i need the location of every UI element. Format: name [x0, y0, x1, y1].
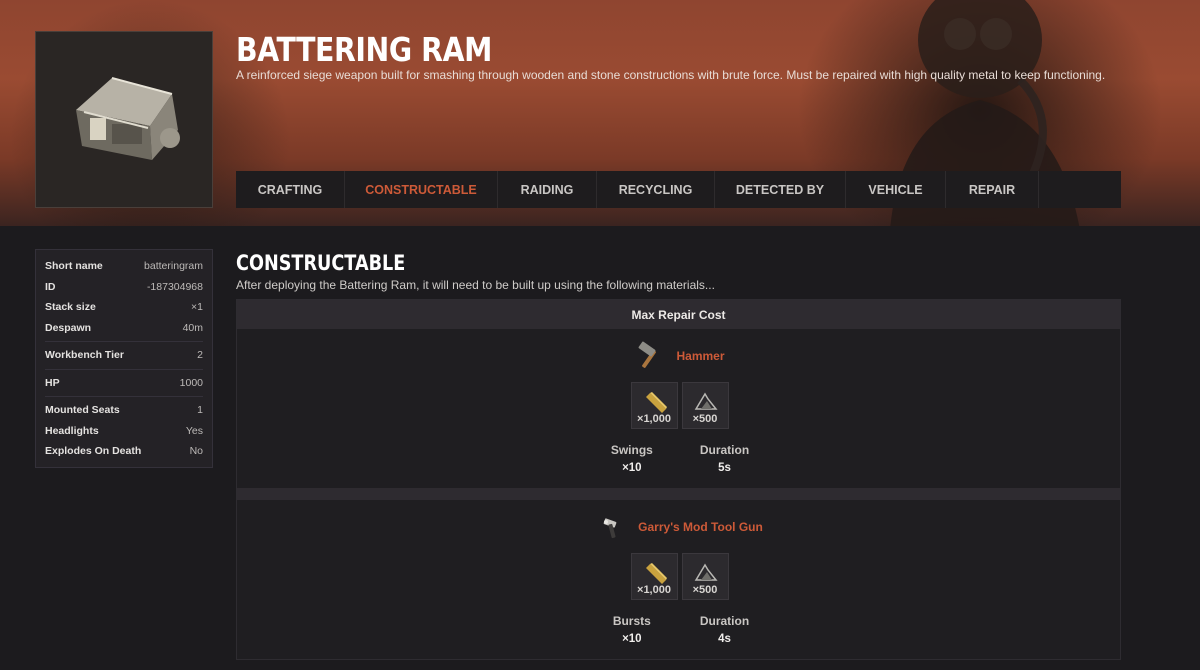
repair-cost-panel: Max Repair Cost Hammer ×1,000 ×500 Swing…: [236, 299, 1121, 660]
stat-key: Workbench Tier: [45, 349, 124, 362]
tool-block-hammer: Hammer ×1,000 ×500 Swings ×10 Duration 5…: [237, 329, 1120, 488]
tab-recycling[interactable]: RECYCLING: [597, 171, 715, 208]
metal-fragments-icon: [694, 563, 718, 581]
cost-item-wood[interactable]: ×1,000: [630, 553, 678, 600]
stat-row: Short name batteringram: [45, 256, 203, 277]
metric-value: ×10: [622, 462, 642, 474]
stat-row: Despawn 40m: [45, 318, 203, 339]
stat-value: 1000: [179, 376, 203, 389]
wood-icon: [645, 392, 667, 413]
tool-gun-icon: [596, 512, 626, 542]
metric-value: 4s: [718, 633, 731, 645]
stat-row: HP 1000: [45, 373, 203, 394]
stat-key: Despawn: [45, 321, 92, 334]
stat-key: ID: [45, 280, 56, 293]
stat-row: Mounted Seats 1: [45, 400, 203, 421]
metric-label: Bursts: [612, 614, 651, 628]
stat-value: Yes: [185, 424, 203, 437]
tool-link-tool-gun[interactable]: Garry's Mod Tool Gun: [638, 520, 763, 534]
metric-label: Swings: [610, 443, 653, 457]
metal-fragments-icon: [694, 392, 718, 410]
stat-row: Explodes On Death No: [45, 441, 203, 462]
stat-value: 40m: [182, 321, 203, 334]
metric-swings: Swings ×10: [610, 443, 654, 474]
tool-name-row: Hammer: [237, 341, 1122, 371]
stat-divider: [45, 368, 203, 370]
stat-value: ×1: [191, 301, 203, 314]
stat-row: Workbench Tier 2: [45, 345, 203, 366]
tab-crafting[interactable]: CRAFTING: [236, 171, 345, 208]
battering-ram-icon: [76, 76, 180, 160]
stat-value: batteringram: [144, 260, 203, 273]
stat-key: Stack size: [45, 301, 96, 314]
metric-value: ×10: [622, 633, 642, 645]
metric-list: Bursts ×10 Duration 4s: [237, 614, 1122, 645]
tab-repair[interactable]: REPAIR: [946, 171, 1039, 208]
cost-amount: ×1,000: [637, 413, 671, 425]
cost-item-metal-fragments[interactable]: ×500: [681, 553, 729, 600]
tool-divider: [237, 488, 1120, 500]
stat-key: Explodes On Death: [45, 445, 142, 458]
stat-key: Short name: [45, 260, 103, 273]
stat-divider: [45, 396, 203, 397]
tool-block-tool-gun: Garry's Mod Tool Gun ×1,000 ×500 Bursts: [237, 500, 1120, 659]
item-image-frame: [35, 31, 213, 208]
metric-list: Swings ×10 Duration 5s: [237, 443, 1122, 474]
tool-link-hammer[interactable]: Hammer: [676, 349, 724, 363]
tab-detected-by[interactable]: DETECTED BY: [715, 171, 846, 208]
metric-bursts: Bursts ×10: [610, 614, 654, 645]
stat-key: HP: [45, 376, 60, 389]
tab-constructable[interactable]: CONSTRUCTABLE: [345, 171, 498, 208]
tab-vehicle[interactable]: VEHICLE: [846, 171, 946, 208]
panel-header: Max Repair Cost: [237, 300, 1120, 329]
cost-list: ×1,000 ×500: [237, 382, 1122, 429]
item-description: A reinforced siege weapon built for smas…: [236, 68, 1106, 82]
cost-amount: ×500: [692, 584, 718, 596]
cost-item-metal-fragments[interactable]: ×500: [681, 382, 729, 429]
stat-row: Stack size ×1: [45, 297, 203, 318]
metric-duration: Duration 5s: [700, 443, 749, 474]
stat-key: Mounted Seats: [45, 404, 120, 417]
stat-row: ID -187304968: [45, 277, 203, 298]
hero-banner: Battering Ram A reinforced siege weapon …: [0, 0, 1200, 226]
metric-duration: Duration 4s: [700, 614, 749, 645]
section-description: After deploying the Battering Ram, it wi…: [236, 278, 715, 292]
hammer-icon: [634, 341, 664, 371]
stat-divider: [45, 341, 203, 342]
cost-amount: ×500: [692, 413, 718, 425]
metric-label: Duration: [699, 443, 750, 457]
tab-raiding[interactable]: RAIDING: [498, 171, 597, 208]
stat-value: No: [189, 445, 203, 458]
stat-value: 2: [197, 349, 203, 362]
item-stats-panel: Short name batteringram ID -187304968 St…: [35, 249, 213, 468]
stat-value: -187304968: [146, 280, 203, 293]
metric-value: 5s: [718, 462, 731, 474]
stat-value: 1: [197, 404, 203, 417]
cost-item-wood[interactable]: ×1,000: [630, 382, 678, 429]
metric-label: Duration: [699, 614, 750, 628]
item-title: Battering Ram: [236, 30, 492, 69]
tool-name-row: Garry's Mod Tool Gun: [237, 512, 1122, 542]
stat-row: Headlights Yes: [45, 421, 203, 442]
tab-bar: CRAFTING CONSTRUCTABLE RAIDING RECYCLING…: [236, 171, 1121, 208]
cost-list: ×1,000 ×500: [237, 553, 1122, 600]
stat-key: Headlights: [45, 424, 99, 437]
wood-icon: [645, 563, 667, 584]
section-title: Constructable: [236, 251, 406, 275]
cost-amount: ×1,000: [637, 584, 671, 596]
